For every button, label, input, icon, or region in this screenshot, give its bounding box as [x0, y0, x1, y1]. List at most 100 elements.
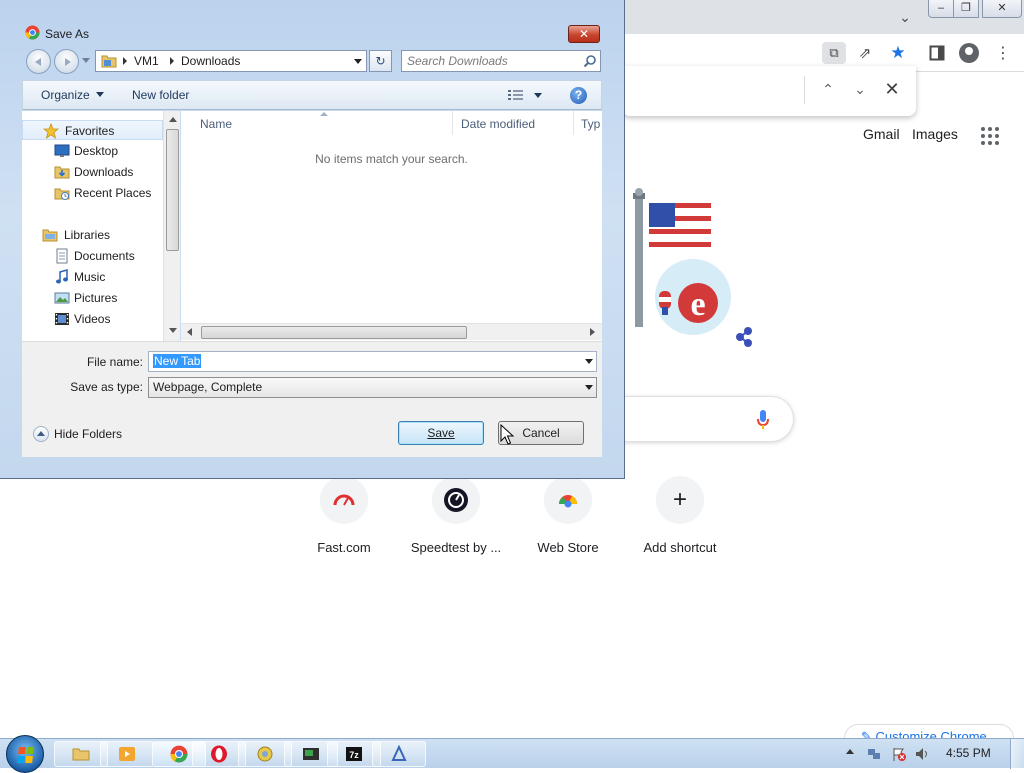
show-desktop-button[interactable]	[1010, 739, 1024, 769]
horizontal-scrollbar[interactable]	[181, 323, 602, 340]
tab-search-chevron-icon[interactable]: ⌄	[896, 8, 914, 26]
nav-item-favorites[interactable]: Favorites	[22, 120, 163, 140]
nav-item-downloads[interactable]: Downloads	[22, 162, 163, 182]
command-bar: Organize New folder ?	[22, 80, 602, 110]
save-as-type-select[interactable]: Webpage, Complete	[148, 377, 597, 398]
google-doodle[interactable]: e	[615, 185, 765, 350]
nav-item-pictures[interactable]: Pictures	[22, 288, 163, 308]
start-button[interactable]	[6, 735, 44, 773]
hide-folders-toggle[interactable]: Hide Folders	[33, 426, 122, 442]
find-next-button[interactable]: ⌄	[849, 78, 871, 100]
column-header-name[interactable]: Name	[200, 117, 232, 131]
file-explorer-icon	[72, 748, 90, 761]
new-folder-button[interactable]: New folder	[132, 88, 189, 102]
address-dropdown-icon[interactable]	[354, 59, 362, 64]
column-divider[interactable]	[573, 111, 574, 135]
app-icon	[257, 746, 273, 762]
save-as-type-dropdown-icon[interactable]	[585, 385, 593, 390]
file-name-dropdown-icon[interactable]	[585, 359, 593, 364]
help-icon[interactable]: ?	[570, 87, 587, 104]
google-apps-icon[interactable]	[979, 125, 1001, 147]
nav-item-documents[interactable]: Documents	[22, 246, 163, 266]
scrollbar-thumb[interactable]	[166, 129, 179, 251]
back-arrow-icon[interactable]	[26, 49, 51, 74]
nav-item-recent-places[interactable]: Recent Places	[22, 183, 163, 203]
action-center-flag-icon[interactable]	[891, 746, 907, 762]
opera-icon	[211, 745, 227, 763]
libraries-icon	[42, 229, 58, 242]
windows-logo-icon	[17, 747, 35, 763]
window-maximize-button[interactable]: ❐	[953, 0, 979, 18]
taskbar-clock[interactable]: 4:55 PM	[946, 746, 991, 760]
breadcrumb-vm1[interactable]: VM1	[134, 54, 159, 68]
forward-arrow-icon[interactable]	[54, 49, 79, 74]
chevron-up-icon	[33, 426, 49, 442]
images-link[interactable]: Images	[912, 126, 958, 142]
file-name-value[interactable]: New Tab	[153, 354, 202, 368]
nav-item-libraries[interactable]: Libraries	[22, 225, 163, 245]
search-icon[interactable]	[583, 54, 597, 68]
nav-item-label: Libraries	[64, 228, 111, 242]
window-close-button[interactable]: ✕	[982, 0, 1022, 18]
scroll-up-arrow-icon[interactable]	[169, 117, 177, 122]
navigation-scrollbar[interactable]	[163, 111, 180, 341]
save-as-type-value: Webpage, Complete	[153, 380, 263, 394]
dialog-close-button[interactable]: ✕	[568, 25, 600, 43]
view-options-dropdown-icon[interactable]	[534, 93, 542, 98]
shortcut-speedtest[interactable]: Speedtest by ...	[400, 476, 512, 555]
window-minimize-button[interactable]: –	[928, 0, 954, 18]
taskbar-media-player[interactable]	[100, 741, 154, 767]
shortcut-web-store[interactable]: Web Store	[512, 476, 624, 555]
windows-taskbar: 7z 4:55 PM	[0, 735, 1024, 773]
music-icon	[56, 269, 68, 284]
scroll-right-arrow-icon[interactable]	[590, 328, 595, 336]
recent-locations-dropdown-icon[interactable]	[82, 58, 90, 63]
refresh-button[interactable]: ↻	[369, 50, 392, 72]
videos-icon	[55, 313, 69, 325]
column-header-date-modified[interactable]: Date modified	[461, 117, 535, 131]
folder-icon	[101, 55, 117, 68]
nav-item-desktop[interactable]: Desktop	[22, 141, 163, 161]
find-close-button[interactable]: ✕	[881, 78, 903, 100]
address-breadcrumb[interactable]: VM1 Downloads	[95, 50, 367, 72]
nav-item-label: Downloads	[74, 165, 134, 179]
breadcrumb-downloads[interactable]: Downloads	[181, 54, 240, 68]
file-name-field[interactable]: New Tab	[148, 351, 597, 372]
network-tray-icon[interactable]	[866, 746, 882, 762]
taskbar-app-blue[interactable]	[372, 741, 426, 767]
shortcut-fast-com[interactable]: Fast.com	[288, 476, 400, 555]
share-icon[interactable]: ⇗	[854, 42, 876, 64]
google-lens-icon[interactable]: ⧉	[822, 42, 846, 64]
search-input[interactable]	[407, 52, 577, 70]
save-button[interactable]: Save	[398, 421, 484, 445]
sort-ascending-icon	[320, 112, 328, 116]
find-previous-button[interactable]: ⌃	[817, 78, 839, 100]
voice-search-mic-icon[interactable]	[756, 409, 770, 431]
documents-icon	[56, 248, 68, 264]
breadcrumb-chevron-icon[interactable]	[123, 57, 127, 65]
organize-menu-button[interactable]: Organize	[41, 88, 104, 102]
nav-item-music[interactable]: Music	[22, 267, 163, 287]
nav-item-label: Recent Places	[74, 186, 152, 200]
bookmark-star-icon[interactable]: ★	[887, 42, 909, 64]
breadcrumb-chevron-icon[interactable]	[170, 57, 174, 65]
scroll-down-arrow-icon[interactable]	[169, 328, 177, 333]
gmail-link[interactable]: Gmail	[863, 126, 900, 142]
column-divider[interactable]	[452, 111, 453, 135]
shortcut-add[interactable]: + Add shortcut	[624, 476, 736, 555]
nav-item-videos[interactable]: Videos	[22, 309, 163, 329]
media-player-icon	[119, 747, 135, 761]
chrome-menu-icon[interactable]: ⋮	[992, 42, 1014, 64]
column-header-type[interactable]: Typ	[581, 117, 600, 131]
profile-avatar-icon[interactable]	[958, 42, 980, 64]
side-panel-icon[interactable]	[926, 42, 948, 64]
search-downloads-field[interactable]	[401, 50, 601, 72]
volume-icon[interactable]	[914, 746, 930, 762]
chrome-icon	[170, 745, 188, 763]
fast-com-icon	[320, 476, 368, 524]
chrome-logo-icon	[25, 25, 40, 40]
change-view-icon[interactable]	[508, 89, 524, 102]
show-hidden-icons-icon[interactable]	[846, 749, 854, 754]
scrollbar-thumb[interactable]	[201, 326, 467, 339]
scroll-left-arrow-icon[interactable]	[187, 328, 192, 336]
